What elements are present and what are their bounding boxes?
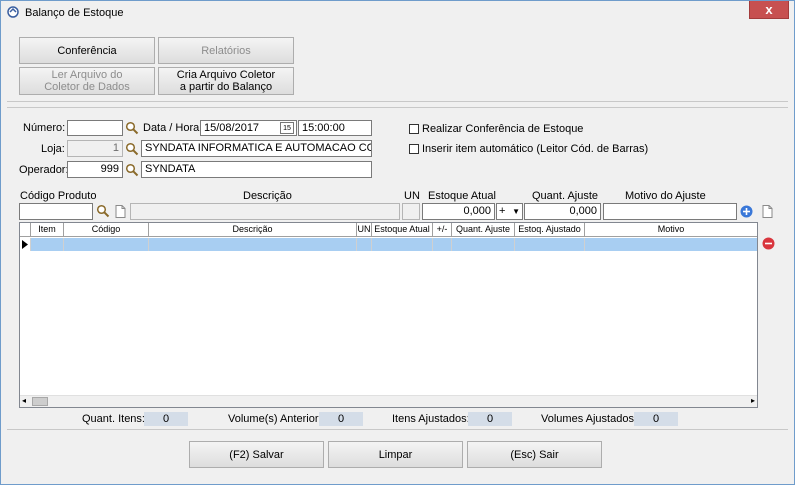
column-header[interactable]: Motivo — [585, 223, 757, 237]
realizar-conferencia-label: Realizar Conferência de Estoque — [422, 123, 584, 135]
column-header[interactable]: Estoque Atual — [372, 223, 433, 237]
conferencia-button[interactable]: Conferência — [19, 37, 155, 64]
grid-header: Item Código Descrição UN Estoque Atual +… — [20, 223, 757, 237]
column-header[interactable]: UN — [357, 223, 372, 237]
main-window: Balanço de Estoque x Conferência Relatór… — [0, 0, 795, 485]
quant-ajuste-label: Quant. Ajuste — [532, 190, 599, 202]
conferencia-label: Conferência — [57, 44, 117, 57]
salvar-label: (F2) Salvar — [229, 448, 284, 461]
salvar-button[interactable]: (F2) Salvar — [189, 441, 324, 468]
loja-name-field: SYNDATA INFORMATICA E AUTOMACAO COME — [141, 140, 372, 157]
sign-value: + — [499, 205, 506, 217]
remove-icon[interactable] — [762, 237, 775, 250]
divider — [7, 429, 788, 430]
loja-label: Loja: — [41, 143, 65, 155]
itens-ajustados-label: Itens Ajustados: — [392, 413, 470, 425]
scroll-left-icon[interactable]: ◂ — [22, 396, 26, 405]
quant-ajuste-input[interactable]: 0,000 — [524, 203, 601, 220]
quant-itens-label: Quant. Itens: — [82, 413, 145, 425]
cria-arquivo-label-1: Cria Arquivo Coletor — [176, 69, 276, 81]
loja-code-input[interactable]: 1 — [67, 140, 123, 157]
document-icon[interactable] — [762, 205, 773, 218]
column-header[interactable]: Estoq. Ajustado — [515, 223, 585, 237]
volumes-anterior-label: Volume(s) Anterior: — [228, 413, 322, 425]
row-indicator-header — [20, 223, 31, 237]
operador-label: Operador: — [19, 164, 69, 176]
scroll-right-icon[interactable]: ▸ — [751, 396, 755, 405]
operador-name-field: SYNDATA — [141, 161, 372, 178]
ler-arquivo-label-1: Ler Arquivo do — [51, 69, 123, 81]
app-icon — [7, 6, 19, 18]
numero-label: Número: — [23, 122, 66, 134]
quant-itens-value: 0 — [144, 412, 188, 426]
table-cell[interactable] — [372, 238, 433, 251]
table-row[interactable] — [20, 238, 757, 251]
column-header[interactable]: +/- — [433, 223, 452, 237]
limpar-button[interactable]: Limpar — [328, 441, 463, 468]
motivo-label: Motivo do Ajuste — [625, 190, 706, 202]
scroll-thumb[interactable] — [32, 397, 48, 406]
itens-ajustados-value: 0 — [468, 412, 512, 426]
column-header[interactable]: Descrição — [149, 223, 357, 237]
inserir-item-checkbox[interactable] — [409, 144, 419, 154]
inserir-item-label: Inserir item automático (Leitor Cód. de … — [422, 143, 649, 155]
limpar-label: Limpar — [378, 448, 413, 461]
operador-code-input[interactable]: 999 — [67, 161, 123, 178]
estoque-atual-field: 0,000 — [422, 203, 495, 220]
estoque-atual-label: Estoque Atual — [428, 190, 496, 202]
volumes-ajustados-label: Volumes Ajustados: — [541, 413, 638, 425]
column-header[interactable]: Código — [64, 223, 149, 237]
cria-arquivo-button[interactable]: Cria Arquivo Coletor a partir do Balanço — [158, 67, 294, 95]
codigo-produto-label: Código Produto — [20, 190, 97, 202]
volumes-anterior-value: 0 — [319, 412, 363, 426]
cria-arquivo-label-2: a partir do Balanço — [179, 81, 273, 93]
motivo-input[interactable] — [603, 203, 737, 220]
table-cell[interactable] — [31, 238, 64, 251]
divider — [7, 107, 788, 108]
volumes-ajustados-value: 0 — [634, 412, 678, 426]
close-button[interactable]: x — [749, 1, 789, 19]
table-cell[interactable] — [452, 238, 515, 251]
sign-select[interactable]: + ▼ — [496, 203, 523, 220]
items-grid[interactable]: Item Código Descrição UN Estoque Atual +… — [19, 222, 758, 408]
data-hora-label: Data / Hora: — [143, 122, 203, 134]
search-icon[interactable] — [125, 121, 139, 135]
un-label: UN — [404, 190, 420, 202]
sair-button[interactable]: (Esc) Sair — [467, 441, 602, 468]
window-title: Balanço de Estoque — [25, 7, 124, 19]
document-icon[interactable] — [115, 205, 126, 218]
table-cell[interactable] — [515, 238, 585, 251]
ler-arquivo-button[interactable]: Ler Arquivo do Coletor de Dados — [19, 67, 155, 95]
table-cell[interactable] — [585, 238, 757, 251]
codigo-produto-input[interactable] — [19, 203, 93, 220]
title-bar: Balanço de Estoque x — [1, 1, 794, 25]
chevron-down-icon: ▼ — [512, 207, 520, 216]
time-input[interactable]: 15:00:00 — [298, 120, 372, 136]
current-row-icon — [22, 240, 28, 249]
realizar-conferencia-checkbox[interactable] — [409, 124, 419, 134]
search-icon[interactable] — [125, 142, 139, 156]
table-cell[interactable] — [357, 238, 372, 251]
add-icon[interactable] — [740, 205, 753, 218]
relatorios-label: Relatórios — [201, 44, 251, 57]
descricao-field — [130, 203, 400, 220]
table-cell[interactable] — [64, 238, 149, 251]
search-icon[interactable] — [125, 163, 139, 177]
relatorios-button[interactable]: Relatórios — [158, 37, 294, 64]
descricao-label: Descrição — [243, 190, 292, 202]
sair-label: (Esc) Sair — [510, 448, 559, 461]
column-header[interactable]: Item — [31, 223, 64, 237]
horizontal-scrollbar[interactable]: ◂ ▸ — [20, 395, 757, 407]
table-cell[interactable] — [149, 238, 357, 251]
un-field — [402, 203, 420, 220]
search-icon[interactable] — [96, 204, 110, 218]
column-header[interactable]: Quant. Ajuste — [452, 223, 515, 237]
numero-input[interactable] — [67, 120, 123, 136]
table-cell[interactable] — [433, 238, 452, 251]
date-value: 15/08/2017 — [204, 122, 260, 134]
ler-arquivo-label-2: Coletor de Dados — [44, 81, 130, 93]
calendar-icon[interactable]: 15 — [280, 122, 294, 134]
row-indicator — [20, 238, 31, 251]
